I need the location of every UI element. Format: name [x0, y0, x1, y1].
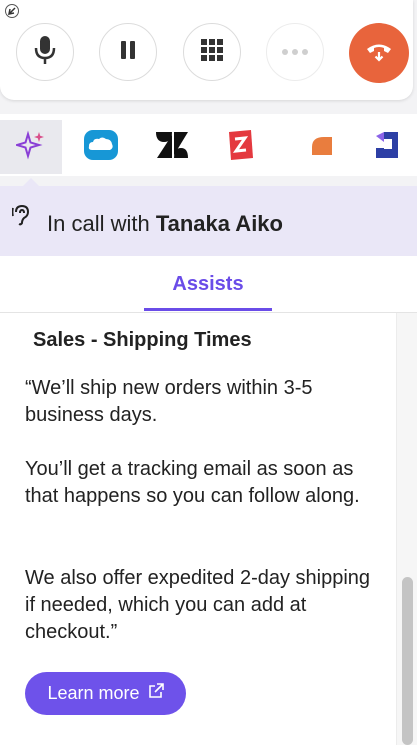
learn-more-button[interactable]: Learn more: [25, 672, 186, 715]
scrollbar-thumb[interactable]: [402, 577, 413, 745]
assist-paragraph: We also offer expedited 2-day shipping i…: [25, 567, 371, 643]
more-icon: [281, 43, 309, 61]
orange-shape-icon: [308, 133, 336, 162]
tab-bar: Assists: [0, 256, 417, 313]
salesforce-cloud-icon: [83, 129, 119, 166]
more-button[interactable]: [266, 23, 324, 81]
assist-paragraph: You’ll get a tracking email as soon as t…: [25, 458, 360, 507]
app-tab-orange[interactable]: [291, 120, 353, 174]
external-link-icon: [148, 683, 164, 704]
app-tab-zoho[interactable]: [209, 120, 271, 174]
zoho-z-icon: [225, 129, 255, 166]
zendesk-icon: [155, 131, 189, 164]
call-controls-panel: [0, 0, 413, 100]
microphone-icon: [34, 35, 56, 70]
hangup-icon: [365, 40, 393, 67]
app-tab-blue[interactable]: [355, 120, 417, 174]
scrollbar-track[interactable]: [396, 313, 417, 745]
assist-content: Sales - Shipping Times “We’ll ship new o…: [0, 313, 417, 745]
learn-more-label: Learn more: [47, 683, 140, 703]
listening-ear-icon: [11, 204, 32, 231]
app-tab-assist[interactable]: [0, 120, 62, 174]
call-prefix: In call with: [47, 211, 156, 236]
integrations-bar: [0, 114, 417, 176]
mute-button[interactable]: [16, 23, 74, 81]
blue-arrow-icon: [370, 130, 402, 165]
pause-icon: [119, 40, 137, 65]
tab-assists[interactable]: Assists: [144, 273, 272, 296]
assist-paragraph: “We’ll ship new orders within 3-5 busine…: [25, 377, 313, 426]
contact-name: Tanaka Aiko: [155, 211, 283, 236]
minimize-icon[interactable]: [5, 4, 19, 18]
sparkle-icon: [13, 129, 46, 165]
dialpad-icon: [200, 38, 224, 67]
tab-active-indicator: [144, 308, 272, 311]
assist-title: Sales - Shipping Times: [33, 329, 252, 351]
app-tab-zendesk[interactable]: [141, 120, 203, 174]
app-tab-salesforce[interactable]: [70, 120, 132, 174]
end-call-button[interactable]: [349, 23, 409, 83]
call-status-text: In call with Tanaka Aiko: [47, 211, 283, 237]
keypad-button[interactable]: [183, 23, 241, 81]
hold-button[interactable]: [99, 23, 157, 81]
